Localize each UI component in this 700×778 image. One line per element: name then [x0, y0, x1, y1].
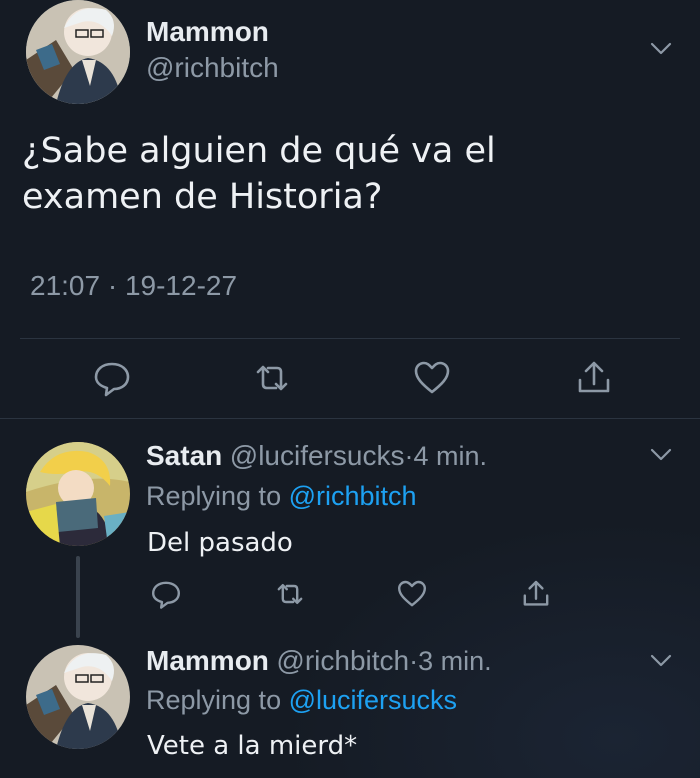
- reply-author-name[interactable]: Satan: [146, 440, 222, 471]
- share-icon[interactable]: [574, 358, 614, 398]
- tweet-text-line-2: examen de Historia?: [22, 177, 383, 217]
- author-name[interactable]: Mammon: [146, 16, 269, 48]
- replying-to-label: Replying to: [146, 481, 282, 511]
- replying-to-link[interactable]: @lucifersucks: [289, 685, 457, 715]
- retweet-icon[interactable]: [252, 358, 292, 398]
- heart-icon[interactable]: [396, 578, 428, 610]
- reply-icon[interactable]: [150, 578, 182, 610]
- reply-author-avatar[interactable]: [26, 442, 130, 546]
- reply-text: Del pasado: [147, 528, 293, 558]
- chevron-down-icon[interactable]: [650, 448, 672, 462]
- tweet-timestamp[interactable]: 21:07 · 19-12-27: [30, 270, 237, 302]
- replying-to-link[interactable]: @richbitch: [289, 481, 417, 511]
- replying-to-label: Replying to: [146, 685, 282, 715]
- author-handle[interactable]: @richbitch: [146, 52, 279, 84]
- reply-author-name[interactable]: Mammon: [146, 645, 269, 676]
- reply-separator: ·: [409, 646, 419, 676]
- tweet-text-line-1: ¿Sabe alguien de qué va el: [22, 131, 496, 171]
- reply-author-handle[interactable]: @richbitch: [276, 645, 409, 676]
- thread-line: [76, 556, 80, 638]
- reply-icon[interactable]: [92, 358, 132, 398]
- reply-author-avatar[interactable]: [26, 645, 130, 749]
- reply-author-handle[interactable]: @lucifersucks: [230, 440, 405, 471]
- author-avatar[interactable]: [26, 0, 130, 104]
- chevron-down-icon[interactable]: [650, 42, 672, 56]
- heart-icon[interactable]: [412, 358, 452, 398]
- reply-header: Satan @lucifersucks·4 min.: [146, 440, 487, 472]
- replying-to: Replying to @lucifersucks: [146, 685, 457, 716]
- reply-time[interactable]: 3 min.: [418, 646, 492, 676]
- divider-top: [20, 338, 680, 339]
- reply-text: Vete a la mierd*: [147, 731, 358, 761]
- retweet-icon[interactable]: [274, 578, 306, 610]
- chevron-down-icon[interactable]: [650, 654, 672, 668]
- divider-bottom: [0, 418, 700, 419]
- tweet-text: ¿Sabe alguien de qué va el examen de His…: [22, 128, 662, 220]
- reply-time[interactable]: 4 min.: [413, 441, 487, 471]
- share-icon[interactable]: [520, 578, 552, 610]
- replying-to: Replying to @richbitch: [146, 481, 417, 512]
- reply-header: Mammon @richbitch·3 min.: [146, 645, 492, 677]
